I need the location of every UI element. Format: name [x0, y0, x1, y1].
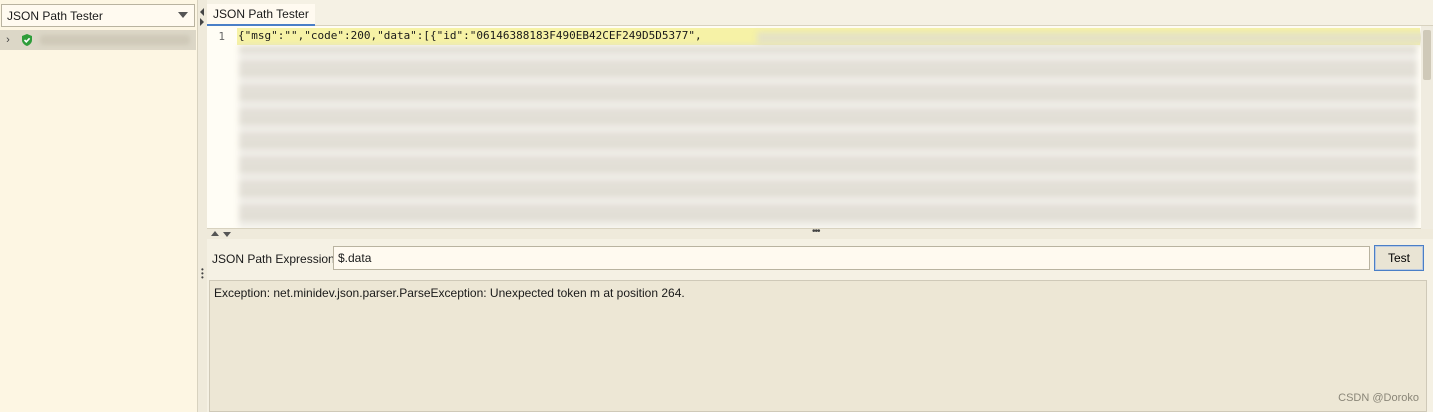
splitter-grip-icon[interactable]: ••• [812, 226, 820, 237]
collapse-left-icon[interactable] [200, 8, 204, 16]
expand-right-icon[interactable] [200, 18, 204, 26]
result-tree-row[interactable]: › [0, 30, 196, 50]
response-editor[interactable]: 1 {"msg":"","code":200,"data":[{"id":"06… [207, 26, 1421, 229]
viewer-type-label: JSON Path Tester [7, 8, 103, 23]
scrollbar-thumb[interactable] [1423, 30, 1431, 80]
blurred-request-name [40, 35, 190, 45]
watermark: CSDN @Doroko [1338, 392, 1419, 404]
json-path-expression-input[interactable] [333, 246, 1370, 270]
expression-label: JSON Path Expression [212, 252, 335, 266]
result-text: Exception: net.minidev.json.parser.Parse… [214, 286, 685, 300]
vertical-splitter[interactable]: • • • [198, 0, 207, 412]
line-number: 1 [218, 30, 225, 43]
shield-check-icon [22, 34, 32, 46]
left-panel: JSON Path Tester › [0, 0, 198, 412]
chevron-right-icon[interactable]: › [1, 34, 15, 46]
line-gutter: 1 [207, 26, 237, 228]
app-window: JSON Path Tester › • • • JSON Path Tester … [0, 0, 1433, 412]
arrow-up-icon[interactable] [211, 231, 219, 236]
highlighted-line: {"msg":"","code":200,"data":[{"id":"0614… [237, 28, 1421, 45]
horizontal-splitter[interactable]: ••• [207, 226, 1433, 239]
test-button[interactable]: Test [1374, 245, 1424, 271]
viewer-type-select[interactable]: JSON Path Tester [1, 4, 195, 27]
blurred-content [757, 32, 1421, 44]
chevron-down-icon[interactable] [178, 12, 188, 18]
tab-label: JSON Path Tester [213, 7, 309, 21]
tab-json-path-tester[interactable]: JSON Path Tester [207, 4, 315, 26]
splitter-grip-icon[interactable]: ••• [201, 266, 204, 282]
editor-scrollbar[interactable] [1421, 26, 1433, 229]
arrow-down-icon[interactable] [223, 232, 231, 237]
blurred-response-body [239, 46, 1417, 228]
tab-strip: JSON Path Tester [207, 0, 1433, 26]
result-panel: Exception: net.minidev.json.parser.Parse… [209, 280, 1427, 412]
right-panel: JSON Path Tester 1 {"msg":"","code":200,… [207, 0, 1433, 412]
response-text-line: {"msg":"","code":200,"data":[{"id":"0614… [238, 29, 702, 42]
